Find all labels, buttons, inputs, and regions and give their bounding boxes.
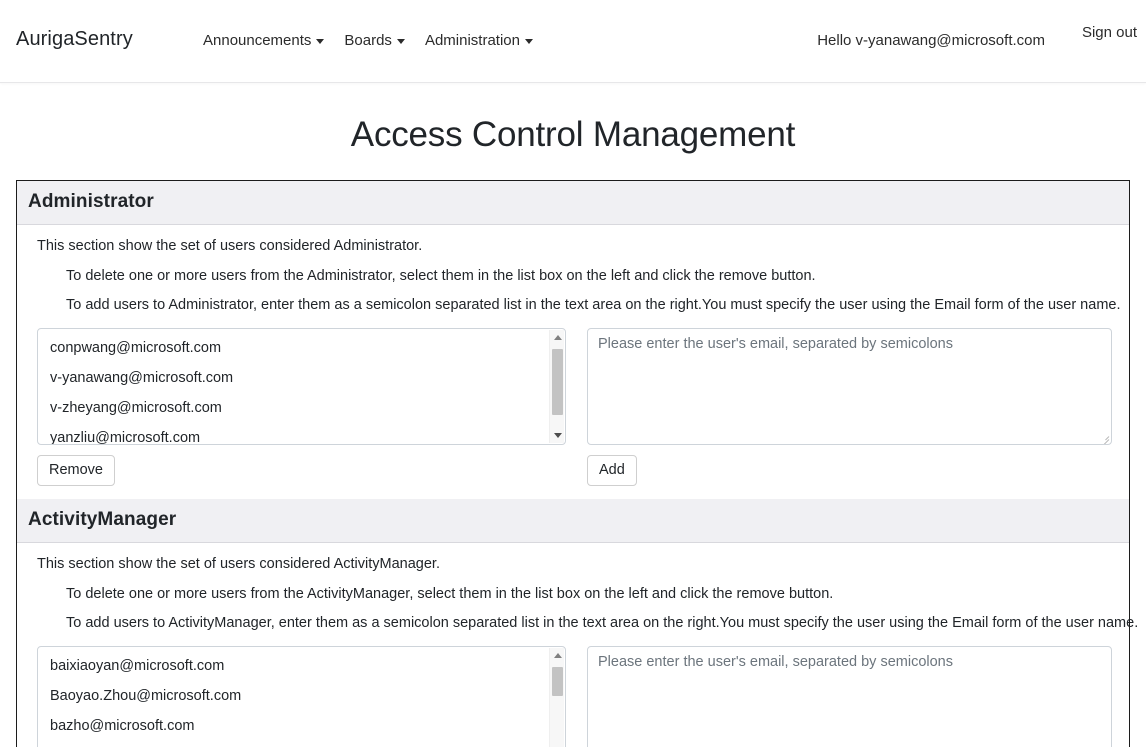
- brand-logo[interactable]: AurigaSentry: [16, 28, 133, 51]
- list-item[interactable]: bazho@microsoft.com: [38, 714, 565, 744]
- users-column-activitymanager: baixiaoyan@microsoft.com Baoyao.Zhou@mic…: [37, 645, 566, 747]
- user-list: baixiaoyan@microsoft.com Baoyao.Zhou@mic…: [38, 647, 565, 747]
- user-greeting: Hello v-yanawang@microsoft.com: [817, 32, 1045, 49]
- add-column-administrator: Please enter the user's email, separated…: [587, 327, 1112, 487]
- user-list: conpwang@microsoft.com v-yanawang@micros…: [38, 329, 565, 444]
- sign-out-link[interactable]: Sign out: [1082, 24, 1137, 41]
- section-description-delete: To delete one or more users from the Act…: [66, 585, 834, 602]
- card-header-activitymanager: ActivityManager: [17, 499, 1129, 544]
- section-description-main: This section show the set of users consi…: [37, 556, 440, 573]
- nav-item-label: Announcements: [203, 32, 312, 49]
- list-item[interactable]: v-yanawang@microsoft.com: [38, 366, 565, 396]
- access-group-card-administrator: Administrator This section show the set …: [16, 180, 1130, 501]
- list-item[interactable]: v-zheyang@microsoft.com: [38, 396, 565, 426]
- chevron-down-icon: [316, 39, 325, 44]
- list-item[interactable]: yanzliu@microsoft.com: [38, 426, 565, 444]
- add-column-activitymanager: Please enter the user's email, separated…: [587, 645, 1112, 747]
- listbox-scrollbar[interactable]: [549, 329, 565, 443]
- listbox-scrollbar[interactable]: [549, 647, 565, 747]
- textarea-placeholder: Please enter the user's email, separated…: [598, 653, 953, 670]
- access-controls-activitymanager: baixiaoyan@microsoft.com Baoyao.Zhou@mic…: [37, 645, 1112, 747]
- scrollbar-thumb[interactable]: [552, 666, 563, 696]
- chevron-down-icon: [524, 39, 533, 44]
- user-listbox-activitymanager[interactable]: baixiaoyan@microsoft.com Baoyao.Zhou@mic…: [37, 645, 566, 747]
- card-body-activitymanager: This section show the set of users consi…: [17, 543, 1139, 747]
- nav-item-label: Boards: [344, 32, 392, 49]
- nav-item-administration[interactable]: Administration: [425, 32, 533, 49]
- list-item[interactable]: conpwang@microsoft.com: [38, 336, 565, 366]
- card-header-administrator: Administrator: [17, 181, 1129, 225]
- section-description-add: To add users to ActivityManager, enter t…: [66, 615, 1139, 632]
- access-controls-administrator: conpwang@microsoft.com v-yanawang@micros…: [37, 327, 1112, 501]
- access-group-card-activitymanager: ActivityManager This section show the se…: [16, 499, 1139, 747]
- section-title: ActivityManager: [28, 509, 177, 531]
- add-users-textarea[interactable]: Please enter the user's email, separated…: [587, 327, 1112, 445]
- user-listbox-administrator[interactable]: conpwang@microsoft.com v-yanawang@micros…: [37, 327, 566, 445]
- list-item[interactable]: Baoyao.Zhou@microsoft.com: [38, 684, 565, 714]
- scroll-up-arrow-icon[interactable]: [550, 330, 565, 345]
- page-title: Access Control Management: [350, 115, 796, 154]
- nav-item-boards[interactable]: Boards: [344, 32, 405, 49]
- section-title: Administrator: [28, 191, 154, 212]
- card-body-administrator: This section show the set of users consi…: [17, 225, 1129, 501]
- top-navbar: AurigaSentry Announcements Boards Admini…: [0, 0, 1146, 83]
- list-item[interactable]: baixiaoyan@microsoft.com: [38, 654, 565, 684]
- remove-button[interactable]: Remove: [37, 454, 115, 487]
- scrollbar-thumb[interactable]: [552, 348, 563, 415]
- users-column-administrator: conpwang@microsoft.com v-yanawang@micros…: [37, 327, 566, 487]
- textarea-placeholder: Please enter the user's email, separated…: [598, 335, 953, 352]
- primary-nav: Announcements Boards Administration: [203, 32, 533, 49]
- chevron-down-icon: [396, 39, 405, 44]
- resize-handle-icon[interactable]: [1097, 431, 1110, 444]
- nav-item-announcements[interactable]: Announcements: [203, 32, 325, 49]
- add-button[interactable]: Add: [587, 454, 637, 487]
- nav-item-label: Administration: [424, 32, 520, 49]
- section-description-main: This section show the set of users consi…: [37, 238, 423, 254]
- section-description-add: To add users to Administrator, enter the…: [66, 297, 1121, 313]
- add-users-textarea[interactable]: Please enter the user's email, separated…: [587, 645, 1112, 747]
- scroll-down-arrow-icon[interactable]: [550, 428, 565, 443]
- section-description-delete: To delete one or more users from the Adm…: [66, 267, 816, 284]
- scroll-up-arrow-icon[interactable]: [550, 648, 565, 663]
